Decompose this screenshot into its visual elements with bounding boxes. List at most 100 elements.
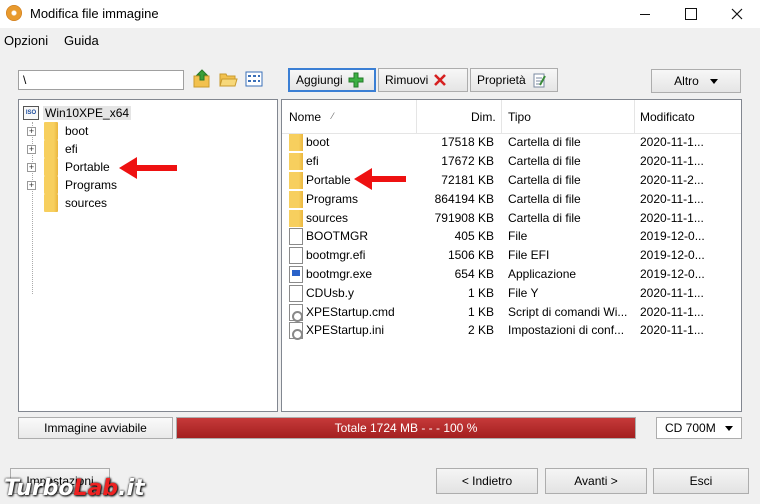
window-title: Modifica file immagine — [30, 6, 159, 21]
expand-icon[interactable]: + — [27, 126, 36, 136]
table-row[interactable]: CDUsb.y 1 KB File Y 2020-11-1... — [282, 284, 741, 303]
tree-item-programs[interactable]: + Programs — [27, 176, 117, 194]
bootable-image-button[interactable]: Immagine avviabile — [18, 417, 173, 439]
folder-icon — [289, 134, 303, 151]
file-size: 791908 KB — [434, 211, 494, 225]
exit-button[interactable]: Esci — [653, 468, 749, 494]
settings-file-icon — [289, 304, 303, 322]
table-row[interactable]: Programs 864194 KB Cartella di file 2020… — [282, 190, 741, 209]
chevron-down-icon — [725, 426, 733, 431]
file-size: 405 KB — [454, 229, 494, 243]
folder-icon — [289, 210, 303, 227]
file-modified: 2020-11-1... — [640, 192, 704, 206]
table-row[interactable]: bootmgr.exe 654 KB Applicazione 2019-12-… — [282, 265, 741, 284]
file-name: BOOTMGR — [306, 229, 368, 243]
tree-root-label: Win10XPE_x64 — [43, 106, 132, 120]
file-name: Programs — [306, 192, 359, 206]
file-type: Cartella di file — [508, 154, 581, 168]
settings-file-icon — [289, 322, 303, 340]
file-type: Cartella di file — [508, 173, 581, 187]
view-mode-icon[interactable] — [244, 69, 264, 89]
annotation-arrow — [119, 157, 177, 179]
tree-root[interactable]: ISO Win10XPE_x64 — [23, 105, 132, 121]
watermark-part-1: Turbo — [4, 475, 74, 501]
properties-icon — [533, 73, 546, 88]
table-row[interactable]: BOOTMGR 405 KB File 2019-12-0... — [282, 227, 741, 246]
file-size: 864194 KB — [434, 192, 494, 206]
expand-icon[interactable]: + — [27, 144, 36, 154]
table-row[interactable]: XPEStartup.cmd 1 KB Script di comandi Wi… — [282, 303, 741, 322]
media-size-value: CD 700M — [665, 421, 716, 435]
table-row[interactable]: sources 791908 KB Cartella di file 2020-… — [282, 209, 741, 228]
table-row[interactable]: efi 17672 KB Cartella di file 2020-11-1.… — [282, 152, 741, 171]
file-modified: 2020-11-1... — [640, 211, 704, 225]
folder-icon — [44, 194, 58, 212]
file-list[interactable]: Nome ⁄ Dim. Tipo Modificato boot 17518 K… — [281, 99, 742, 412]
file-modified: 2020-11-2... — [640, 173, 704, 187]
table-row[interactable]: boot 17518 KB Cartella di file 2020-11-1… — [282, 133, 741, 152]
file-name: bootmgr.exe — [306, 267, 373, 281]
file-type: Impostazioni di conf... — [508, 323, 625, 337]
menu-help[interactable]: Guida — [64, 33, 99, 48]
column-header-type[interactable]: Tipo — [508, 110, 531, 124]
table-row[interactable]: XPEStartup.ini 2 KB Impostazioni di conf… — [282, 321, 741, 340]
file-modified: 2019-12-0... — [640, 248, 705, 262]
space-usage-bar: Totale 1724 MB - - - 100 % — [176, 417, 636, 439]
next-button[interactable]: Avanti > — [545, 468, 647, 494]
file-size: 1506 KB — [447, 248, 494, 262]
table-row[interactable]: Portable 72181 KB Cartella di file 2020-… — [282, 171, 741, 190]
more-dropdown-button[interactable]: Altro — [651, 69, 741, 93]
tree-item-portable[interactable]: + Portable — [27, 158, 110, 176]
file-icon — [289, 247, 303, 264]
remove-button[interactable]: Rimuovi — [378, 68, 468, 92]
column-header-size[interactable]: Dim. — [471, 110, 496, 124]
file-name: CDUsb.y — [306, 286, 355, 300]
file-size: 17672 KB — [441, 154, 494, 168]
file-name: XPEStartup.ini — [306, 323, 385, 337]
file-type: Applicazione — [508, 267, 577, 281]
disc-image-icon: ISO — [23, 106, 39, 120]
media-size-select[interactable]: CD 700M — [656, 417, 742, 439]
column-header-modified[interactable]: Modificato — [640, 110, 695, 124]
menu-options[interactable]: Opzioni — [4, 33, 48, 48]
folder-icon — [289, 191, 303, 208]
maximize-button[interactable] — [668, 0, 714, 28]
tree-item-boot[interactable]: + boot — [27, 122, 88, 140]
menu-bar: Opzioni Guida — [0, 30, 760, 50]
close-icon — [731, 8, 743, 20]
file-modified: 2020-11-1... — [640, 135, 704, 149]
back-button[interactable]: < Indietro — [436, 468, 538, 494]
folder-tree[interactable]: ISO Win10XPE_x64 + boot + efi + Portable… — [18, 99, 278, 412]
app-icon — [6, 5, 22, 21]
remove-button-label: Rimuovi — [385, 73, 429, 87]
expand-icon[interactable]: + — [27, 180, 36, 190]
path-input[interactable]: \ — [18, 70, 184, 90]
file-name: bootmgr.efi — [306, 248, 366, 262]
folder-icon — [44, 122, 58, 140]
file-type: Script di comandi Wi... — [508, 305, 628, 319]
expand-icon[interactable]: + — [27, 162, 36, 172]
chevron-down-icon — [709, 78, 718, 84]
properties-button[interactable]: Proprietà — [470, 68, 558, 92]
tree-item-label: Programs — [65, 178, 118, 192]
space-usage-text: Totale 1724 MB - - - 100 % — [334, 421, 478, 435]
file-size: 1 KB — [467, 305, 494, 319]
watermark-logo: Turbo Lab .it — [4, 474, 174, 502]
table-row[interactable]: bootmgr.efi 1506 KB File EFI 2019-12-0..… — [282, 246, 741, 265]
open-folder-icon[interactable] — [218, 69, 238, 89]
file-size: 654 KB — [454, 267, 494, 281]
file-modified: 2020-11-1... — [640, 323, 704, 337]
title-bar: Modifica file immagine — [0, 0, 760, 28]
tree-item-efi[interactable]: + efi — [27, 140, 78, 158]
minimize-button[interactable] — [622, 0, 668, 28]
tree-item-label: Portable — [65, 160, 110, 174]
folder-up-icon[interactable] — [192, 69, 212, 89]
sort-indicator-icon: ⁄ — [332, 111, 334, 121]
close-button[interactable] — [714, 0, 760, 28]
exe-icon — [289, 266, 303, 283]
tree-item-sources[interactable]: sources — [27, 194, 107, 212]
column-header-name[interactable]: Nome — [289, 110, 321, 124]
tree-item-label: sources — [65, 196, 108, 210]
file-name: boot — [306, 135, 330, 149]
add-button[interactable]: Aggiungi — [288, 68, 376, 92]
